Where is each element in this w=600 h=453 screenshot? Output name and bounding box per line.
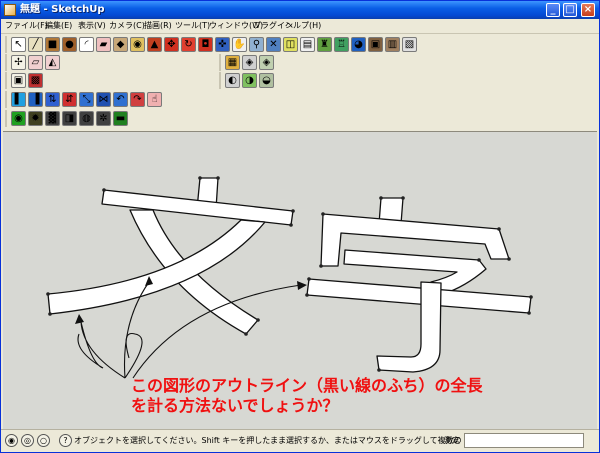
sketchup-app-icon [4, 4, 16, 16]
toolbar-construction: ✢ ▱ ◭ [5, 54, 60, 71]
help-icon[interactable]: ? [59, 434, 72, 447]
paint-bucket-icon[interactable]: ◆ [113, 37, 128, 52]
rectangle-icon[interactable]: ■ [45, 37, 60, 52]
status-bar: ◉ ◎ ○ ? オブジェクトを選択してください。Shift キーを押したまま選択… [1, 429, 599, 452]
annotation-question: この図形のアウトライン（黒い線のふち）の全長 を計る方法ないでしょうか？ [131, 376, 483, 416]
toolbar-main: ↖ ╱ ■ ● ◜ ▰ ◆ ◉ ▲ ✥ ↻ ◘ ✜ ✋ ⚲ ✕ ◫ ▤ ♜ ♖ ◕ ▣ ▥ ▧ [5, 36, 417, 53]
intersect-icon[interactable]: ⋈ [96, 92, 111, 107]
curve-arrow-icon[interactable]: ↷ [130, 92, 145, 107]
shaded-style-icon[interactable]: ◈ [259, 55, 274, 70]
menu-draw[interactable]: 描画(R) [144, 20, 172, 32]
edge-style-icon[interactable]: ◨ [62, 111, 77, 126]
photo-texture-icon[interactable]: ▣ [368, 37, 383, 52]
toolbar-components: ▣ ▩ [5, 72, 43, 89]
follow-me-icon[interactable]: ↶ [113, 92, 128, 107]
solid-tool-2-icon[interactable]: ▐ [28, 92, 43, 107]
zoom-extents-icon[interactable]: ✕ [266, 37, 281, 52]
glyph-ji-bar [306, 278, 532, 314]
group-icon[interactable]: ▩ [28, 73, 43, 88]
move-icon[interactable]: ✥ [164, 37, 179, 52]
monochrome-icon[interactable]: ◒ [259, 73, 274, 88]
instructor-status-icon[interactable]: ○ [37, 434, 50, 447]
menu-camera[interactable]: カメラ(C) [109, 20, 145, 32]
component-icon[interactable]: ▣ [11, 73, 26, 88]
model-viewport[interactable]: この図形のアウトライン（黒い線のふち）の全長 を計る方法ないでしょうか？ [3, 131, 597, 430]
toolbar-views: ▦ ◈ ◈ [219, 54, 274, 71]
orbit-icon[interactable]: ✜ [215, 37, 230, 52]
flip-arrows-icon[interactable]: ⇅ [45, 92, 60, 107]
toolbar-face-style: ◐ ◑ ◒ [219, 72, 274, 89]
window-title: 無題 - SketchUp [20, 4, 105, 15]
dimension-icon[interactable]: ▱ [28, 55, 43, 70]
rotate-icon[interactable]: ↻ [181, 37, 196, 52]
menu-help[interactable]: ヘルプ(H) [285, 20, 321, 32]
push-pull-icon[interactable]: ▲ [147, 37, 162, 52]
color-palette-icon[interactable]: ◍ [79, 111, 94, 126]
hand-grab-icon[interactable]: ☝ [147, 92, 162, 107]
toolbar-shadows: ◉ ✹ ▓ ◨ ◍ ✲ ▬ [5, 110, 128, 127]
shaded-texture-icon[interactable]: ◑ [242, 73, 257, 88]
toolbar-solid-tools: ▌ ▐ ⇅ ⇵ ⤡ ⋈ ↶ ↷ ☝ [5, 91, 162, 108]
hidden-line-icon[interactable]: ◐ [225, 73, 240, 88]
flip-red-icon[interactable]: ⇵ [62, 92, 77, 107]
share-model-icon[interactable]: ♖ [334, 37, 349, 52]
menu-view[interactable]: 表示(V) [78, 20, 106, 32]
close-button[interactable]: × [581, 3, 595, 17]
title-bar[interactable]: 無題 - SketchUp _ □ × [1, 1, 599, 19]
measurements-label: 測定 [444, 436, 460, 445]
arc-icon[interactable]: ◜ [79, 37, 94, 52]
circle-icon[interactable]: ● [62, 37, 77, 52]
select-arrow-icon[interactable]: ↖ [11, 37, 26, 52]
tape-measure-icon[interactable]: ◉ [130, 37, 145, 52]
status-hint: オブジェクトを選択してください。Shift キーを押したまま選択するか、またはマ… [74, 436, 462, 445]
iso-view-icon[interactable]: ▦ [225, 55, 240, 70]
minimize-button[interactable]: _ [546, 3, 560, 17]
extension-warehouse-icon[interactable]: ▥ [385, 37, 400, 52]
eraser-icon[interactable]: ▰ [96, 37, 111, 52]
menu-file[interactable]: ファイル(F) [5, 20, 48, 32]
zoom-icon[interactable]: ⚲ [249, 37, 264, 52]
annotation-line-1: この図形のアウトライン（黒い線のふち）の全長 [131, 376, 483, 395]
annotation-line-2: を計る方法ないでしょうか？ [131, 396, 339, 415]
menu-tools[interactable]: ツール(T) [175, 20, 210, 32]
glyph-bun-bar [101, 189, 294, 226]
geolocation-status-icon[interactable]: ◉ [5, 434, 18, 447]
scale-icon[interactable]: ⤡ [79, 92, 94, 107]
credits-status-icon[interactable]: ◎ [21, 434, 34, 447]
sun-icon[interactable]: ✹ [28, 111, 43, 126]
fog-icon[interactable]: ▓ [45, 111, 60, 126]
pencil-line-icon[interactable]: ╱ [28, 37, 43, 52]
menu-bar: ファイル(F) 編集(E) 表示(V) カメラ(C) 描画(R) ツール(T) … [1, 19, 599, 34]
maximize-button[interactable]: □ [563, 3, 577, 17]
menu-edit[interactable]: 編集(E) [45, 20, 72, 32]
offset-icon[interactable]: ◘ [198, 37, 213, 52]
section-plane-icon[interactable]: ◫ [283, 37, 298, 52]
solid-tool-1-icon[interactable]: ▌ [11, 92, 26, 107]
wireframe-style-icon[interactable]: ◈ [242, 55, 257, 70]
toolbar-area: ↖ ╱ ■ ● ◜ ▰ ◆ ◉ ▲ ✥ ↻ ◘ ✜ ✋ ⚲ ✕ ◫ ▤ ♜ ♖ ◕ ▣ ▥ ▧ ✢ ▱ ◭ ▦ ◈ ◈ ▣ ▩ ◐ ◑ ◒ … [1, 34, 599, 129]
get-models-icon[interactable]: ♜ [317, 37, 332, 52]
measurements-input[interactable] [464, 433, 584, 448]
shadow-toggle-icon[interactable]: ◉ [11, 111, 26, 126]
axes-orient-icon[interactable]: ✢ [11, 55, 26, 70]
google-earth-icon[interactable]: ◕ [351, 37, 366, 52]
sketchup-window: 無題 - SketchUp _ □ × ファイル(F) 編集(E) 表示(V) … [0, 0, 600, 453]
send-to-layout-icon[interactable]: ▧ [402, 37, 417, 52]
settings-gear-icon[interactable]: ✲ [96, 111, 111, 126]
protractor-icon[interactable]: ◭ [45, 55, 60, 70]
text-note-icon[interactable]: ▤ [300, 37, 315, 52]
pan-hand-icon[interactable]: ✋ [232, 37, 247, 52]
landscape-icon[interactable]: ▬ [113, 111, 128, 126]
